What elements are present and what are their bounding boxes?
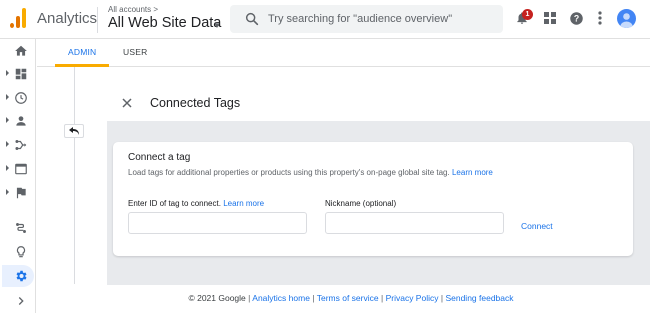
- close-icon: [122, 98, 132, 108]
- column-divider: [74, 67, 75, 284]
- home-icon: [15, 45, 27, 56]
- account-breadcrumb[interactable]: All accounts >: [108, 5, 158, 14]
- expand-arrow-icon: [6, 189, 9, 195]
- send-feedback-link[interactable]: Sending feedback: [445, 293, 513, 303]
- card-description: Load tags for additional properties or p…: [128, 168, 493, 177]
- search-input[interactable]: [268, 9, 493, 29]
- sidebar-item-home[interactable]: [0, 41, 36, 61]
- active-tab-indicator: [55, 64, 109, 67]
- back-arrow-icon: [69, 127, 79, 135]
- tag-id-input[interactable]: [128, 212, 307, 234]
- privacy-policy-link[interactable]: Privacy Policy: [386, 293, 439, 303]
- close-button[interactable]: [121, 96, 133, 108]
- sidebar-item-discover[interactable]: [0, 242, 36, 262]
- search-bar[interactable]: [230, 5, 503, 33]
- footer-separator: |: [312, 293, 315, 303]
- person-icon: [16, 116, 26, 126]
- analytics-logo[interactable]: [10, 8, 26, 28]
- terms-link[interactable]: Terms of service: [317, 293, 379, 303]
- account-avatar[interactable]: [617, 9, 636, 28]
- tag-id-label: Enter ID of tag to connect. Learn more: [128, 199, 264, 208]
- header-divider: [97, 7, 98, 33]
- account-selector[interactable]: All Web Site Data: [108, 15, 221, 31]
- lightbulb-icon: [16, 246, 26, 258]
- analytics-home-link[interactable]: Analytics home: [252, 293, 310, 303]
- search-icon: [245, 12, 259, 26]
- sidebar-item-admin[interactable]: [0, 266, 36, 286]
- sidebar-item-conversions[interactable]: [0, 183, 36, 203]
- admin-tabs: ADMIN USER: [37, 39, 650, 67]
- sidebar-item-realtime[interactable]: [0, 88, 36, 108]
- flag-icon: [16, 187, 26, 199]
- left-sidebar: [0, 39, 36, 313]
- tag-id-label-text: Enter ID of tag to connect.: [128, 199, 221, 208]
- sidebar-item-customization[interactable]: [0, 64, 36, 84]
- sidebar-item-acquisition[interactable]: [0, 135, 36, 155]
- expand-arrow-icon: [6, 94, 9, 100]
- sidebar-item-attribution[interactable]: [0, 218, 36, 238]
- tab-user[interactable]: USER: [123, 47, 147, 57]
- help-icon[interactable]: ?: [568, 10, 584, 26]
- panel-title: Connected Tags: [150, 96, 241, 110]
- tag-id-learn-more-link[interactable]: Learn more: [223, 199, 264, 208]
- attribution-icon: [16, 223, 26, 233]
- behavior-icon: [15, 163, 27, 175]
- expand-arrow-icon: [6, 117, 9, 123]
- top-bar: Analytics All accounts > All Web Site Da…: [0, 0, 650, 39]
- footer-separator: |: [380, 293, 384, 303]
- caret-down-icon[interactable]: ▼: [213, 21, 221, 30]
- acquisition-icon: [15, 140, 27, 150]
- expand-arrow-icon: [6, 70, 9, 76]
- card-title: Connect a tag: [128, 152, 191, 163]
- expand-arrow-icon: [6, 141, 9, 147]
- card-description-text: Load tags for additional properties or p…: [128, 168, 450, 177]
- sidebar-item-audience[interactable]: [0, 111, 36, 131]
- connect-tag-card: Connect a tag Load tags for additional p…: [113, 142, 633, 256]
- expand-arrow-icon: [6, 165, 9, 171]
- notification-badge: 1: [522, 9, 533, 20]
- tab-admin[interactable]: ADMIN: [68, 47, 96, 57]
- dashboard-icon: [15, 68, 27, 80]
- footer-separator: |: [440, 293, 444, 303]
- learn-more-link[interactable]: Learn more: [452, 168, 493, 177]
- apps-icon[interactable]: [542, 10, 558, 26]
- brand-name: Analytics: [37, 10, 98, 27]
- nickname-input[interactable]: [325, 212, 504, 234]
- gear-icon: [16, 270, 27, 282]
- footer: © 2021 Google | Analytics home | Terms o…: [0, 293, 650, 303]
- clock-icon: [15, 92, 27, 104]
- svg-text:?: ?: [573, 13, 578, 23]
- footer-separator: |: [248, 293, 251, 303]
- more-vert-icon[interactable]: [592, 10, 608, 26]
- connect-button[interactable]: Connect: [521, 221, 553, 231]
- back-button[interactable]: [64, 124, 84, 138]
- nickname-label: Nickname (optional): [325, 199, 397, 208]
- sidebar-item-behavior[interactable]: [0, 159, 36, 179]
- copyright-text: © 2021 Google: [188, 293, 246, 303]
